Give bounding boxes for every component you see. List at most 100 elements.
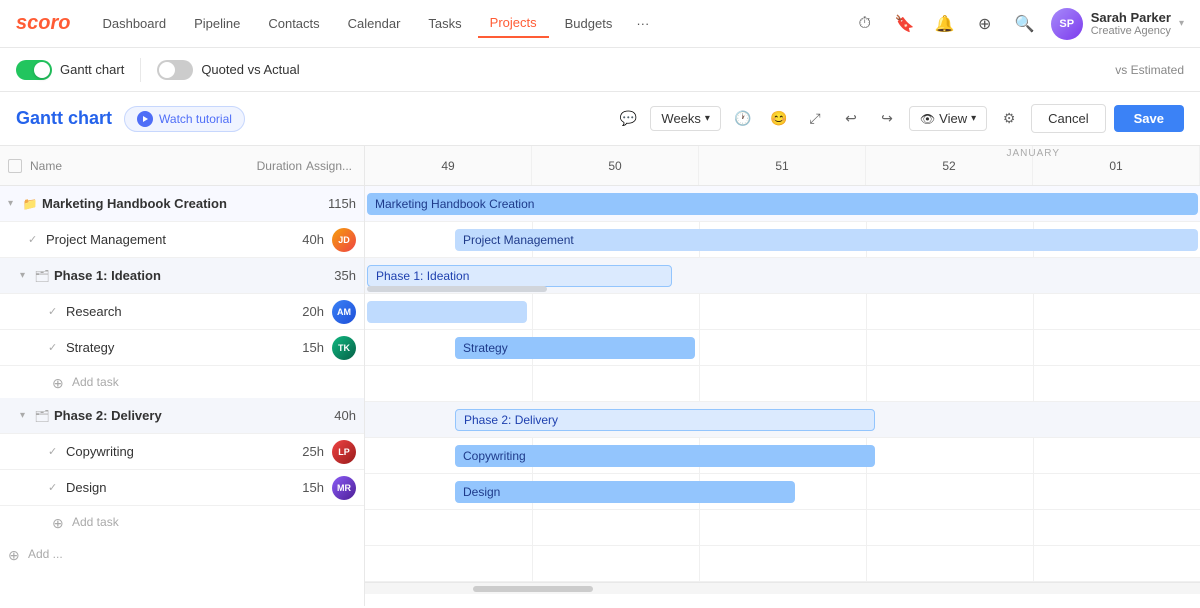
- gantt-bar-phase1[interactable]: Phase 1: Ideation: [367, 265, 672, 287]
- task-row[interactable]: ✓ Copywriting 25h LP: [0, 434, 364, 470]
- logo[interactable]: scoro: [16, 12, 70, 35]
- task-name: Project Management: [46, 232, 274, 247]
- task-row[interactable]: ✓ Design 15h MR: [0, 470, 364, 506]
- emoji-icon[interactable]: 😊: [765, 105, 793, 133]
- gantt-row-pm[interactable]: Project Management: [365, 222, 1200, 258]
- search-icon[interactable]: 🔍: [1011, 10, 1039, 38]
- task-row[interactable]: ▾ 🗂 Phase 1: Ideation 35h: [0, 258, 364, 294]
- nav-budgets[interactable]: Budgets: [553, 10, 625, 37]
- gantt-controls: 💬 Weeks ▾ 🕐 😊 ⤢ ↩ ↪ 👁 View ▾ ⚙ Cancel Sa…: [614, 104, 1184, 133]
- expand-icon[interactable]: ⤢: [801, 105, 829, 133]
- gantt-row-design[interactable]: Design: [365, 474, 1200, 510]
- gantt-chart-toggle[interactable]: Gantt chart: [16, 60, 124, 80]
- check-icon: ✓: [48, 445, 62, 459]
- add-task-icon: ⊕: [52, 375, 66, 389]
- nav-pipeline[interactable]: Pipeline: [182, 10, 252, 37]
- week-number: 52: [942, 159, 955, 173]
- task-row[interactable]: ✓ Project Management 40h JD: [0, 222, 364, 258]
- task-name: Strategy: [66, 340, 274, 355]
- assignee-avatar: JD: [332, 228, 356, 252]
- task-name: Phase 2: Delivery: [54, 408, 306, 423]
- gantt-row-add1: [365, 366, 1200, 402]
- gantt-row-phase2[interactable]: Phase 2: Delivery: [365, 402, 1200, 438]
- nav-dashboard[interactable]: Dashboard: [90, 10, 178, 37]
- toggle-track-qva[interactable]: [157, 60, 193, 80]
- quoted-vs-actual-label: Quoted vs Actual: [201, 62, 299, 77]
- gantt-row-copywriting[interactable]: Copywriting: [365, 438, 1200, 474]
- select-all-checkbox[interactable]: [8, 159, 22, 173]
- nav-contacts[interactable]: Contacts: [256, 10, 331, 37]
- task-list: ▾ 📁 Marketing Handbook Creation 115h ✓ P…: [0, 186, 364, 606]
- gantt-bar-research[interactable]: [367, 301, 527, 323]
- gantt-bar-pm[interactable]: Project Management: [455, 229, 1198, 251]
- gantt-chart-label: Gantt chart: [60, 62, 124, 77]
- folder-icon: 🗂: [34, 268, 50, 284]
- week-number: 50: [608, 159, 621, 173]
- task-duration: 25h: [274, 444, 324, 459]
- assignee-avatar: LP: [332, 440, 356, 464]
- bar-label: Design: [463, 485, 500, 499]
- gantt-row-marketing[interactable]: Marketing Handbook Creation: [365, 186, 1200, 222]
- cancel-button[interactable]: Cancel: [1031, 104, 1105, 133]
- toggle-thumb-qva: [159, 62, 175, 78]
- bar-label: Project Management: [463, 233, 574, 247]
- col-name-header: Name: [30, 159, 248, 173]
- toggle-thumb-gantt: [34, 62, 50, 78]
- clock-icon[interactable]: 🕐: [729, 105, 757, 133]
- gantt-bar-phase1-gray: [367, 286, 547, 292]
- gantt-row-research[interactable]: [365, 294, 1200, 330]
- horizontal-scrollbar[interactable]: [365, 582, 1200, 594]
- user-info: Sarah Parker Creative Agency: [1091, 10, 1171, 37]
- bar-label: Copywriting: [463, 449, 526, 463]
- view-selector[interactable]: 👁 View ▾: [909, 106, 987, 131]
- quoted-vs-actual-toggle[interactable]: Quoted vs Actual: [157, 60, 299, 80]
- add-task-button[interactable]: ⊕ Add task: [0, 366, 364, 398]
- toggle-track-gantt[interactable]: [16, 60, 52, 80]
- week-col-49: 49: [365, 146, 532, 185]
- task-name: Phase 1: Ideation: [54, 268, 306, 283]
- check-icon: ✓: [48, 305, 62, 319]
- add-group-button[interactable]: ⊕ Add ...: [0, 538, 364, 570]
- nav-tasks[interactable]: Tasks: [416, 10, 473, 37]
- settings-icon[interactable]: ⚙: [995, 105, 1023, 133]
- task-duration: 40h: [274, 232, 324, 247]
- add-group-label: Add ...: [28, 547, 63, 561]
- add-icon[interactable]: ⊕: [971, 10, 999, 38]
- undo-icon[interactable]: ↩: [837, 105, 865, 133]
- scrollbar-thumb[interactable]: [473, 586, 593, 592]
- gantt-bar-phase2[interactable]: Phase 2: Delivery: [455, 409, 875, 431]
- weeks-selector[interactable]: Weeks ▾: [650, 106, 721, 131]
- nav-projects[interactable]: Projects: [478, 9, 549, 38]
- right-panel[interactable]: JANUARY 49 50 51 52 01: [365, 146, 1200, 606]
- gantt-bar-marketing[interactable]: Marketing Handbook Creation: [367, 193, 1198, 215]
- collapse-icon[interactable]: ▾: [8, 198, 22, 209]
- gantt-row-phase1[interactable]: Phase 1: Ideation: [365, 258, 1200, 294]
- vs-estimated: vs Estimated: [1115, 63, 1184, 77]
- save-button[interactable]: Save: [1114, 105, 1184, 132]
- gantt-main: Name Duration Assign... ▾ 📁 Marketing Ha…: [0, 146, 1200, 606]
- gantt-bar-copywriting[interactable]: Copywriting: [455, 445, 875, 467]
- gantt-bar-design[interactable]: Design: [455, 481, 795, 503]
- task-duration: 115h: [306, 196, 356, 211]
- weeks-header: JANUARY 49 50 51 52 01: [365, 146, 1200, 186]
- add-task-button-2[interactable]: ⊕ Add task: [0, 506, 364, 538]
- gantt-row-strategy[interactable]: Strategy: [365, 330, 1200, 366]
- redo-icon[interactable]: ↪: [873, 105, 901, 133]
- watch-tutorial-button[interactable]: Watch tutorial: [124, 106, 245, 132]
- bookmark-icon[interactable]: 🔖: [891, 10, 919, 38]
- timer-icon[interactable]: ⏱: [851, 10, 879, 38]
- collapse-icon[interactable]: ▾: [20, 270, 34, 281]
- nav-more[interactable]: ···: [628, 10, 657, 37]
- task-row[interactable]: ✓ Research 20h AM: [0, 294, 364, 330]
- comment-icon[interactable]: 💬: [614, 105, 642, 133]
- nav-calendar[interactable]: Calendar: [336, 10, 413, 37]
- user-area[interactable]: SP Sarah Parker Creative Agency ▾: [1051, 8, 1184, 40]
- task-row[interactable]: ✓ Strategy 15h TK: [0, 330, 364, 366]
- task-row[interactable]: ▾ 📁 Marketing Handbook Creation 115h: [0, 186, 364, 222]
- week-number: 49: [441, 159, 454, 173]
- task-row[interactable]: ▾ 🗂 Phase 2: Delivery 40h: [0, 398, 364, 434]
- collapse-icon[interactable]: ▾: [20, 410, 34, 421]
- gantt-title: Gantt chart: [16, 108, 112, 129]
- notification-icon[interactable]: 🔔: [931, 10, 959, 38]
- gantt-bar-strategy[interactable]: Strategy: [455, 337, 695, 359]
